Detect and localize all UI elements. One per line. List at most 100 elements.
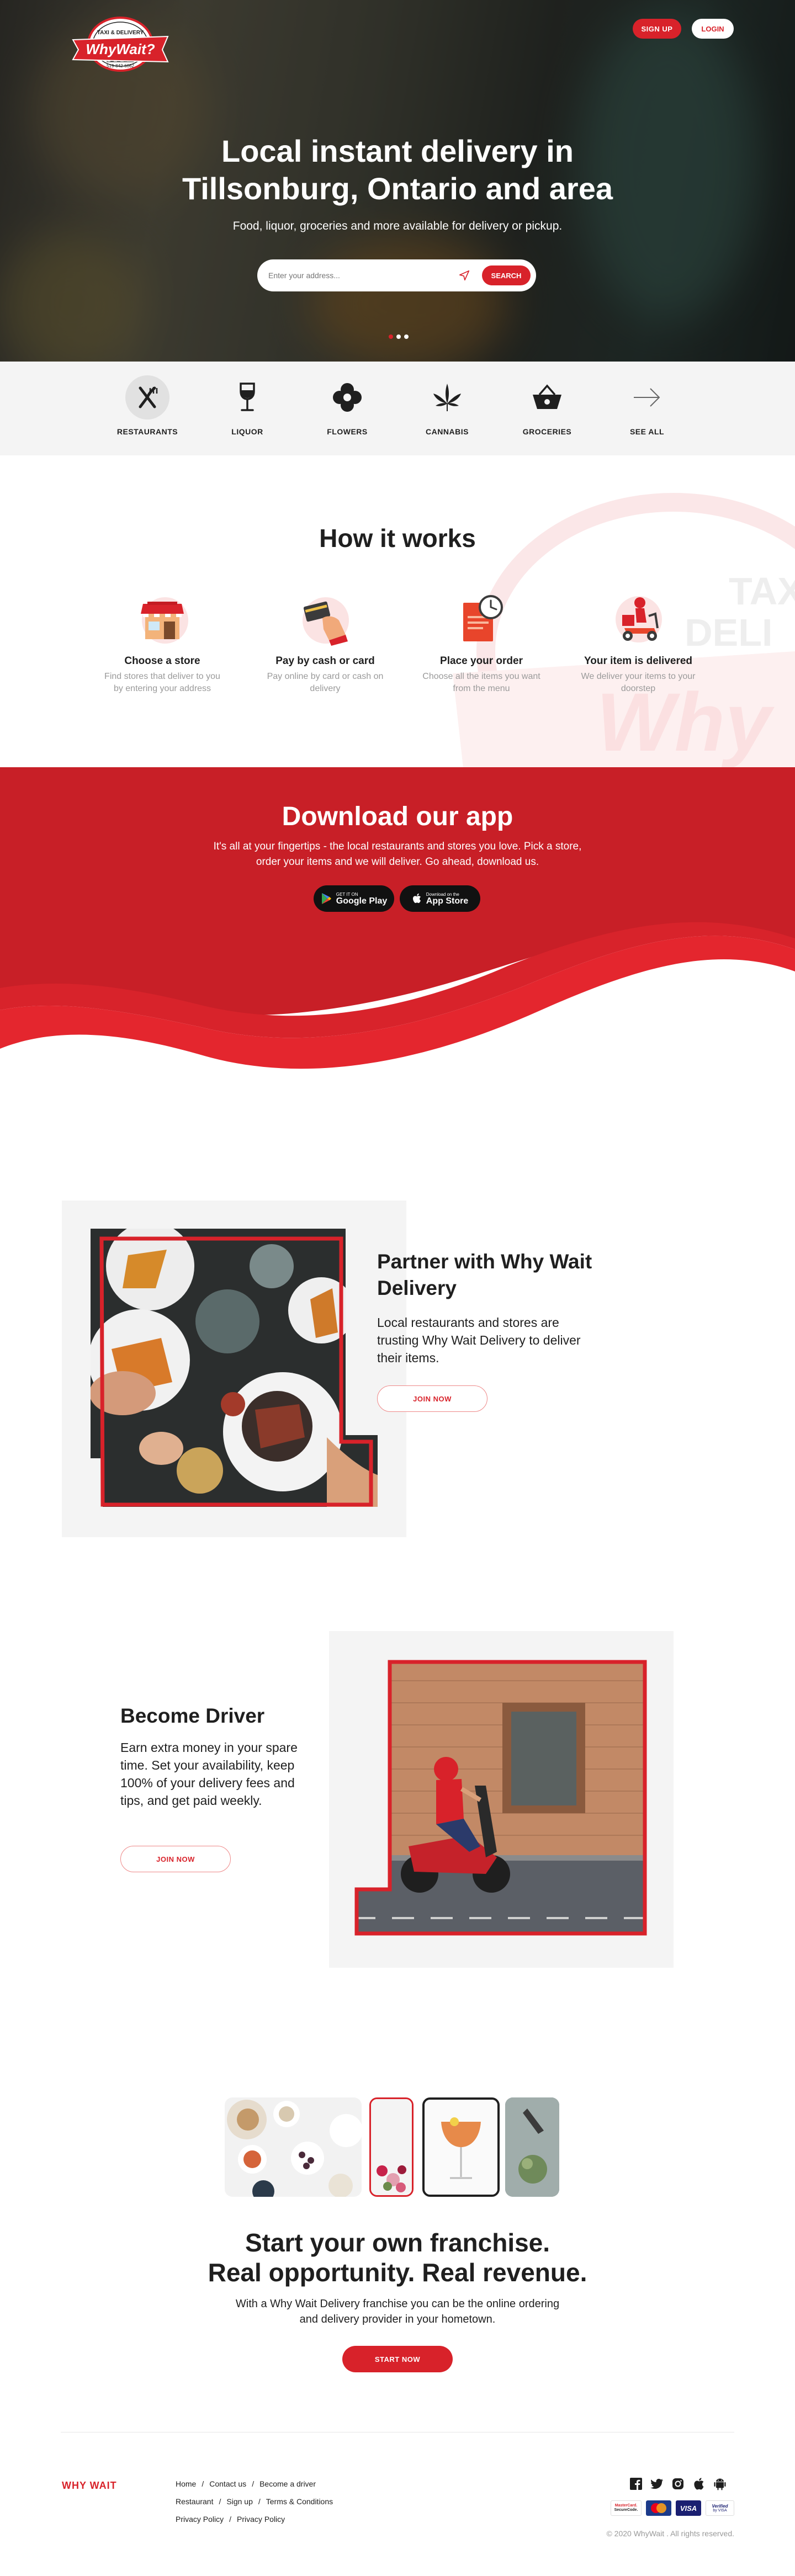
franchise-text: With a Why Wait Delivery franchise you c… [235, 2298, 560, 2325]
how-it-works-title: How it works [319, 524, 476, 553]
driver-scooter-photo [354, 1660, 647, 1936]
mc-securecode-text: MasterCard. [614, 2504, 638, 2508]
verified-by-visa-badge: Verified by VISA [706, 2500, 734, 2516]
search-button[interactable]: SEARCH [482, 265, 531, 285]
category-label: GROCERIES [522, 427, 572, 436]
fork-knife-icon [125, 375, 169, 419]
step-title: Place your order [440, 655, 523, 667]
store-illustration [141, 597, 188, 644]
footer-separator: / [202, 2479, 204, 2488]
driver-text: Earn extra money in your spare time. Set… [120, 1740, 298, 1808]
category-label: CANNABIS [426, 427, 469, 436]
step-choose-store: Choose a store Find stores that deliver … [102, 591, 223, 695]
partner-join-button[interactable]: JOIN NOW [377, 1385, 487, 1412]
copyright: © 2020 WhyWait . All rights reserved. [606, 2529, 734, 2538]
step-place-order: Place your order Choose all the items yo… [421, 591, 542, 695]
footer-link-signup[interactable]: Sign up [226, 2497, 252, 2506]
google-play-button[interactable]: GET IT ON Google Play [314, 885, 394, 912]
delivery-scooter-illustration [616, 596, 662, 642]
hero-title-line: Tillsonburg, Ontario and area [182, 171, 613, 206]
hero-title-line: Local instant delivery in [221, 134, 574, 168]
vbv-text: by VISA [713, 2508, 727, 2513]
carousel-dot[interactable] [404, 334, 409, 339]
franchise-title-line: Start your own franchise. [245, 2228, 550, 2257]
whywait-logo[interactable]: TAXI & DELIVERY WhyWait? 519-842-6662 [65, 15, 176, 82]
franchise-start-button[interactable]: START NOW [342, 2346, 453, 2372]
logo-tagline: TAXI & DELIVERY [97, 30, 144, 36]
footer-separator: / [252, 2479, 255, 2488]
category-label: FLOWERS [327, 427, 368, 436]
category-see-all[interactable]: SEE ALL [608, 375, 686, 442]
footer-link-become-driver[interactable]: Become a driver [259, 2479, 316, 2488]
franchise-title: Start your own franchise. Real opportuni… [110, 2228, 685, 2287]
step-title: Pay by cash or card [275, 655, 375, 667]
footer-link-privacy[interactable]: Privacy Policy [237, 2515, 285, 2524]
login-button[interactable]: LOGIN [692, 19, 734, 39]
step-title: Choose a store [124, 655, 200, 667]
footer-brand[interactable]: WHY WAIT [62, 2480, 117, 2492]
logo-wordmark: WhyWait? [86, 41, 155, 57]
app-title: Download our app [282, 802, 513, 831]
partner-text: Local restaurants and stores are trustin… [377, 1315, 581, 1365]
franchise-photo-cannabis [505, 2097, 559, 2197]
footer-separator: / [229, 2515, 232, 2524]
driver-title: Become Driver [120, 1704, 265, 1727]
cannabis-leaf-icon [425, 375, 469, 419]
footer-links-row: Home / Contact us / Become a driver [176, 2479, 316, 2488]
app-store-button[interactable]: Download on the App Store [400, 885, 480, 912]
apple-icon[interactable] [692, 2477, 706, 2490]
category-flowers[interactable]: FLOWERS [309, 375, 386, 442]
signup-button[interactable]: SIGN UP [633, 19, 681, 39]
watermark-text: TAX [729, 570, 795, 613]
facebook-icon[interactable] [629, 2477, 643, 2490]
google-play-icon [321, 893, 331, 904]
footer-links-row: Privacy Policy / Privacy Policy [176, 2515, 285, 2524]
carousel-dot-active[interactable] [396, 334, 401, 339]
franchise-title-line: Real opportunity. Real revenue. [208, 2258, 587, 2287]
category-liquor[interactable]: LIQUOR [209, 375, 286, 442]
franchise-photo-cocktail [422, 2097, 500, 2197]
franchise-photo-flowers [369, 2097, 414, 2197]
category-groceries[interactable]: GROCERIES [508, 375, 586, 442]
logo-phone: 519-842-6662 [107, 63, 134, 68]
step-text: Find stores that deliver to you by enter… [104, 672, 220, 693]
driver-join-button[interactable]: JOIN NOW [120, 1846, 231, 1872]
footer-link-restaurant[interactable]: Restaurant [176, 2497, 213, 2506]
twitter-icon[interactable] [650, 2477, 664, 2490]
footer-separator: / [219, 2497, 221, 2506]
location-arrow-icon[interactable] [458, 269, 470, 281]
footer-link-home[interactable]: Home [176, 2479, 196, 2488]
android-icon[interactable] [713, 2477, 727, 2490]
category-label: SEE ALL [629, 427, 665, 436]
step-pay: Pay by cash or card Pay online by card o… [264, 591, 386, 695]
category-label: LIQUOR [231, 427, 263, 436]
carousel-dot[interactable] [389, 334, 393, 339]
instagram-icon[interactable] [671, 2477, 685, 2490]
partner-food-photo [91, 1229, 378, 1507]
vbv-text: Verified [712, 2503, 728, 2509]
address-input[interactable] [268, 267, 451, 284]
category-cannabis[interactable]: CANNABIS [409, 375, 486, 442]
footer-link-terms[interactable]: Terms & Conditions [266, 2497, 333, 2506]
step-delivered: Your item is delivered We deliver your i… [577, 591, 699, 695]
app-store-label: App Store [426, 896, 469, 906]
basket-icon [525, 375, 569, 419]
footer-link-privacy[interactable]: Privacy Policy [176, 2515, 224, 2524]
step-text: Pay online by card or cash on delivery [267, 672, 384, 693]
footer-links-row: Restaurant / Sign up / Terms & Conditions [176, 2497, 333, 2506]
visa-badge: VISA [676, 2500, 701, 2516]
apple-icon [412, 893, 421, 903]
app-text: It's all at your fingertips - the local … [213, 841, 582, 868]
footer-separator: / [258, 2497, 261, 2506]
hero-title: Local instant delivery in Tillsonburg, O… [121, 132, 674, 208]
category-restaurants[interactable]: RESTAURANTS [109, 375, 186, 442]
step-text: We deliver your items to your doorstep [581, 672, 696, 693]
partner-title: Partner with Why Wait Delivery [377, 1250, 592, 1299]
card-payment-illustration [303, 597, 349, 646]
mc-securecode-text: SecureCode. [614, 2508, 638, 2512]
hero-subtitle: Food, liquor, groceries and more availab… [232, 220, 563, 232]
footer-link-contact[interactable]: Contact us [209, 2479, 246, 2488]
category-label: RESTAURANTS [116, 427, 178, 436]
step-title: Your item is delivered [584, 655, 693, 667]
wine-glass-icon [225, 375, 269, 419]
